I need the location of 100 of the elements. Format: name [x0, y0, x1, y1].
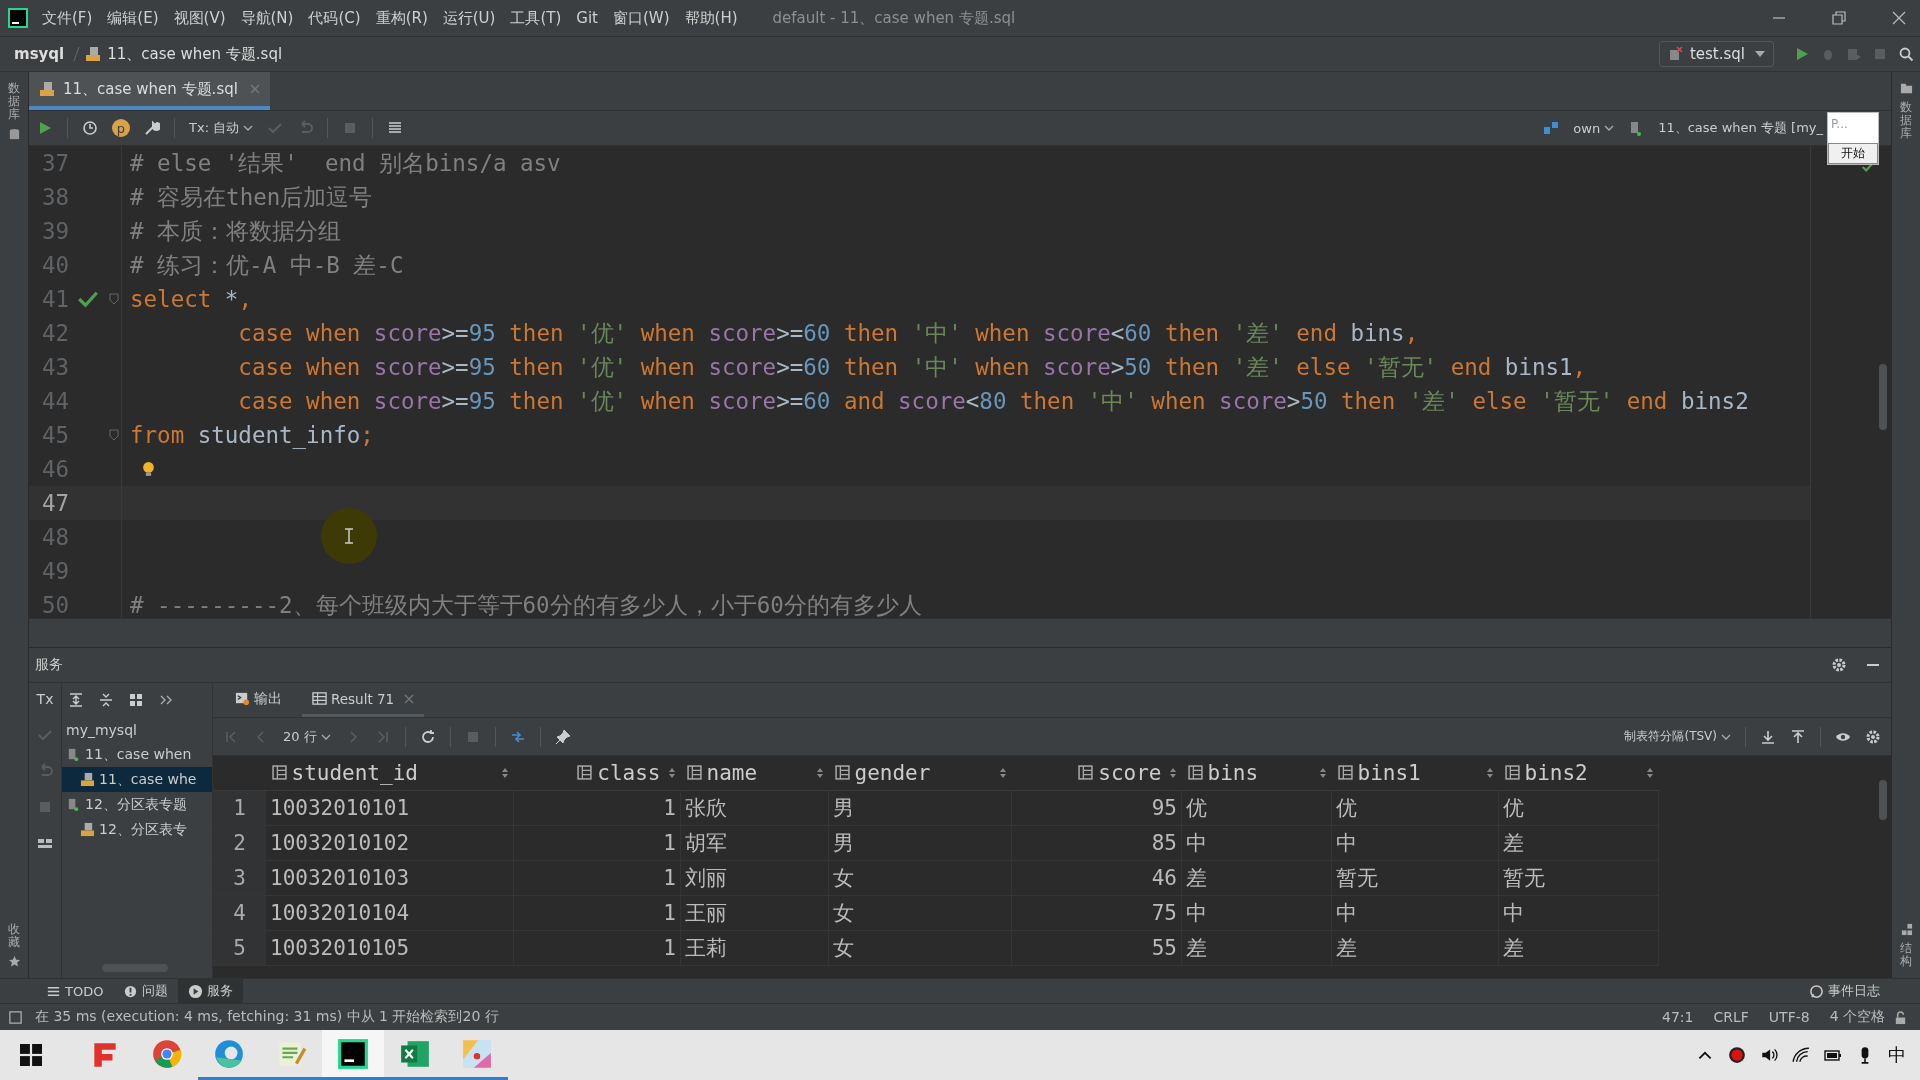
table-cell: 女	[828, 860, 1012, 895]
database-tool-label[interactable]: 数据库	[1900, 101, 1912, 141]
sort-icon[interactable]	[1646, 766, 1653, 779]
column-header[interactable]: score	[1011, 756, 1182, 790]
sort-icon[interactable]	[816, 766, 823, 779]
menu-item[interactable]: 导航(N)	[240, 8, 294, 28]
taskbar-app[interactable]	[322, 1030, 384, 1080]
database-tool-label[interactable]: 数据库	[8, 82, 20, 122]
menu-item[interactable]: 运行(U)	[442, 8, 496, 28]
sort-icon[interactable]	[999, 766, 1006, 779]
column-header[interactable]: bins1	[1331, 756, 1499, 790]
tree-item[interactable]: 12、分区表专	[62, 817, 212, 842]
lock-icon[interactable]	[1893, 1009, 1908, 1025]
run-config-dropdown[interactable]: test.sql	[1658, 41, 1774, 67]
breadcrumb-project[interactable]: msyql	[14, 45, 65, 63]
folder-icon[interactable]	[1899, 82, 1913, 95]
scrollbar-thumb[interactable]	[1879, 780, 1887, 820]
input-method-indicator[interactable]: 中	[1888, 1043, 1906, 1067]
panel-toggle-icon[interactable]	[8, 1009, 23, 1025]
chevron-down-icon	[320, 733, 331, 740]
compare-icon[interactable]	[509, 728, 526, 745]
group-icon[interactable]	[128, 692, 144, 708]
close-icon[interactable]	[1892, 11, 1906, 25]
menu-item[interactable]: 编辑(E)	[107, 8, 159, 28]
line-separator[interactable]: CRLF	[1713, 1009, 1749, 1025]
tree-item[interactable]: my_mysql	[62, 717, 212, 742]
lightbulb-icon[interactable]	[142, 460, 155, 478]
fold-marker-icon[interactable]	[109, 293, 119, 305]
column-header[interactable]: bins2	[1498, 756, 1659, 790]
table-view-icon[interactable]	[387, 120, 404, 136]
tool-window-tab[interactable]: 服务	[178, 979, 244, 1003]
record-icon[interactable]	[1728, 1046, 1746, 1064]
transaction-mode-dropdown[interactable]: Tx: 自动	[189, 119, 254, 137]
fold-marker-icon[interactable]	[109, 429, 119, 441]
page-size-dropdown[interactable]: 20 行	[283, 727, 331, 746]
caret-position[interactable]: 47:1	[1662, 1009, 1694, 1025]
tool-window-tab[interactable]: TODO	[36, 979, 114, 1003]
tree-item[interactable]: 12、分区表专题	[62, 792, 212, 817]
menu-item[interactable]: 代码(C)	[308, 8, 361, 28]
search-icon[interactable]	[1898, 46, 1914, 62]
tree-item[interactable]: 11、case whe	[62, 767, 212, 792]
line-number: 50	[40, 592, 69, 618]
tool-window-tab[interactable]: 问题	[113, 979, 179, 1003]
column-header[interactable]: bins	[1181, 756, 1332, 790]
database-icon[interactable]	[7, 127, 21, 141]
settings-icon[interactable]	[1831, 657, 1847, 673]
table-cell: 1	[513, 860, 681, 895]
menu-item[interactable]: Git	[576, 9, 598, 27]
sort-icon[interactable]	[668, 766, 675, 779]
menu-item[interactable]: 视图(V)	[173, 8, 226, 28]
menu-item[interactable]: 窗口(W)	[613, 8, 670, 28]
upload-icon[interactable]	[1790, 728, 1806, 745]
column-header[interactable]: gender	[828, 756, 1012, 790]
favorites-tool-label[interactable]: 收藏	[8, 922, 20, 949]
export-format-dropdown[interactable]: 制表符分隔(TSV)	[1624, 728, 1731, 745]
sort-icon[interactable]	[1486, 766, 1493, 779]
sort-icon[interactable]	[1319, 766, 1326, 779]
execute-icon[interactable]	[37, 120, 53, 136]
column-header[interactable]: name	[680, 756, 829, 790]
tree-item[interactable]: 11、case when	[62, 742, 212, 767]
menu-item[interactable]: 重构(R)	[375, 8, 428, 28]
structure-tool-label[interactable]: 结构	[1900, 941, 1912, 968]
wifi-icon[interactable]	[1792, 1046, 1810, 1064]
schema-dropdown[interactable]: own	[1573, 120, 1615, 136]
event-log-button[interactable]: 事件日志	[1809, 982, 1880, 1000]
settings-icon[interactable]	[1865, 728, 1881, 745]
result-tab[interactable]: 输出	[225, 683, 292, 717]
tx-label[interactable]: Tx	[36, 691, 54, 707]
mouse-cursor-icon	[321, 508, 377, 564]
menu-item[interactable]: 文件(F)	[42, 8, 93, 28]
start-button[interactable]: 开始	[1828, 143, 1878, 164]
refresh-icon[interactable]	[419, 728, 436, 745]
indent-setting[interactable]: 4 个空格	[1829, 1008, 1885, 1026]
profile-badge[interactable]: p	[112, 119, 130, 137]
expand-all-icon[interactable]	[68, 692, 84, 708]
menu-item[interactable]: 帮助(H)	[684, 8, 738, 28]
table-cell: 10032010104	[265, 895, 514, 930]
editor-tab[interactable]: 11、case when 专题.sql	[29, 72, 270, 110]
close-icon[interactable]	[404, 693, 415, 704]
table-cell: 1	[513, 895, 681, 930]
collapse-all-icon[interactable]	[98, 692, 114, 708]
sort-icon[interactable]	[501, 766, 508, 779]
breadcrumb-file[interactable]: 11、case when 专题.sql	[107, 44, 283, 64]
column-header[interactable]: student_id	[265, 756, 514, 790]
run-icon[interactable]	[1794, 46, 1810, 62]
structure-icon[interactable]	[1899, 922, 1913, 936]
file-encoding[interactable]: UTF-8	[1768, 1009, 1810, 1025]
restore-icon[interactable]	[1832, 11, 1846, 25]
session-selector[interactable]: 11、case when 专题 [my_	[1658, 119, 1823, 137]
pin-icon[interactable]	[554, 728, 571, 745]
scrollbar-thumb[interactable]	[1879, 364, 1887, 430]
column-header[interactable]: class	[513, 756, 681, 790]
wrench-icon[interactable]	[144, 120, 160, 136]
star-icon[interactable]	[7, 955, 21, 968]
sort-icon[interactable]	[1169, 766, 1176, 779]
result-tab[interactable]: Result 71	[302, 683, 425, 717]
windows-start-icon[interactable]	[20, 1044, 42, 1066]
history-icon[interactable]	[82, 120, 98, 136]
menu-item[interactable]: 工具(T)	[510, 8, 562, 28]
download-icon[interactable]	[1760, 728, 1776, 745]
